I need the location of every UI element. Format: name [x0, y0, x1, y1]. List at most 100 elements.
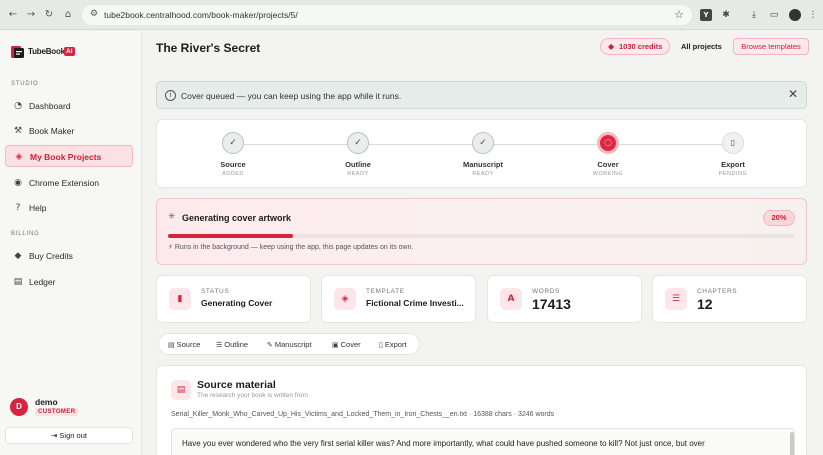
tab-label: Outline	[224, 340, 249, 349]
generation-title: Generating cover artwork	[182, 213, 292, 223]
step-name: Manuscript	[462, 160, 503, 169]
sidebar-item-label: Book Maker	[29, 126, 75, 136]
stat-value: 17413	[532, 296, 571, 312]
generation-status-card: ✳ Generating cover artwork 20% ⚡ Runs in…	[156, 198, 807, 265]
stat-label: CHAPTERS	[697, 288, 738, 295]
stat-value: Fictional Crime Investi...	[366, 298, 464, 308]
step-status: WORKING	[592, 171, 624, 177]
spinner-icon: ✳	[168, 212, 176, 222]
bookmark-star-icon[interactable]: ☆	[674, 8, 684, 21]
progress-percent-badge: 20%	[763, 210, 795, 226]
source-text: Have you ever wondered who the very firs…	[182, 439, 705, 448]
sidebar-item-help[interactable]: ? Help	[5, 197, 133, 219]
browse-templates-button[interactable]: Browse templates	[733, 38, 809, 55]
tab-export[interactable]: ▯ Export	[379, 340, 407, 349]
sidebar: TubeBook AI STUDIO ◔ Dashboard ⚒ Book Ma…	[0, 31, 142, 455]
check-icon: ✓	[472, 132, 494, 154]
check-icon: ✓	[347, 132, 369, 154]
forward-icon[interactable]: →	[25, 9, 37, 21]
step-name: Export	[721, 160, 745, 169]
section-label-studio: STUDIO	[11, 81, 39, 87]
step-status: ADDED	[222, 171, 244, 177]
tab-manuscript[interactable]: ✎ Manuscript	[267, 340, 312, 349]
speedometer-icon: ◔	[14, 101, 22, 111]
pen-icon: ✎	[267, 341, 273, 349]
page-title: The River's Secret	[156, 41, 261, 55]
puzzle-icon[interactable]: ✱	[720, 9, 732, 21]
tab-label: Manuscript	[274, 340, 312, 349]
step-name: Cover	[597, 160, 619, 169]
sidebar-item-book-maker[interactable]: ⚒ Book Maker	[5, 120, 133, 142]
sidebar-item-chrome-extension[interactable]: ◉ Chrome Extension	[5, 172, 133, 194]
file-icon: ▯	[722, 132, 744, 154]
sidebar-item-label: Help	[29, 203, 47, 213]
stat-label: WORDS	[532, 288, 560, 295]
source-material-card: ▤ Source material The research your book…	[156, 365, 807, 455]
main-content: The River's Secret ◆ 1030 credits All pr…	[143, 31, 823, 455]
stat-card-chapters: ☰ CHAPTERS 12	[652, 275, 807, 323]
profile-avatar-icon[interactable]	[789, 9, 801, 21]
info-icon: i	[165, 90, 176, 101]
sidebar-item-label: Ledger	[29, 277, 56, 287]
site-info-icon[interactable]: ⚙	[90, 9, 98, 19]
scrollbar[interactable]	[790, 432, 794, 455]
section-tabs: ▤ Source ☰ Outline ✎ Manuscript ▣ Cover ▯ Exp…	[158, 333, 420, 355]
list-icon: ☰	[216, 341, 223, 349]
signal-icon: ▮	[169, 288, 191, 310]
logo-ai-badge: AI	[64, 47, 75, 56]
progress-bar	[168, 234, 795, 238]
generation-note: ⚡ Runs in the background — keep using th…	[168, 243, 413, 251]
avatar[interactable]: D	[10, 398, 28, 416]
step-status: PENDING	[718, 171, 748, 177]
logo-book-icon	[11, 46, 24, 58]
spinner-icon: ◌	[597, 132, 619, 154]
address-bar[interactable]: ⚙ tube2book.centralhood.com/book-maker/p…	[82, 5, 692, 25]
credits-badge[interactable]: ◆ 1030 credits	[600, 38, 670, 55]
reload-icon[interactable]: ↻	[43, 9, 55, 21]
menu-icon[interactable]: ⋮	[807, 9, 819, 21]
tab-outline[interactable]: ☰ Outline	[216, 340, 248, 349]
file-icon: ▤	[171, 380, 191, 400]
tab-label: Export	[384, 340, 407, 349]
back-icon[interactable]: ←	[7, 9, 19, 21]
tab-cover[interactable]: ▣ Cover	[332, 340, 361, 349]
section-label-billing: BILLING	[11, 231, 40, 237]
letter-a-icon: A	[500, 288, 522, 310]
progress-bar-fill	[168, 234, 294, 238]
stat-card-status: ▮ STATUS Generating Cover	[156, 275, 311, 323]
tab-label: Source	[176, 340, 201, 349]
logo[interactable]: TubeBook AI	[10, 44, 80, 62]
step-name: Outline	[345, 160, 371, 169]
sidebar-item-ledger[interactable]: ▤ Ledger	[5, 271, 133, 293]
stat-label: TEMPLATE	[366, 288, 405, 295]
window-icon[interactable]: ▭	[768, 9, 780, 21]
sidebar-item-label: Dashboard	[29, 101, 71, 111]
wand-icon: ⚒	[13, 126, 23, 136]
extension-icon[interactable]: Y	[700, 9, 712, 21]
sidebar-item-label: Buy Credits	[29, 251, 73, 261]
file-icon: ▤	[168, 341, 175, 349]
sidebar-item-dashboard[interactable]: ◔ Dashboard	[5, 95, 133, 117]
generation-note-text: Runs in the background — keep using the …	[174, 244, 414, 251]
home-icon[interactable]: ⌂	[62, 9, 74, 21]
toast-message: Cover queued — you can keep using the ap…	[181, 91, 402, 101]
source-text-area[interactable]: Have you ever wondered who the very firs…	[171, 428, 795, 455]
browser-toolbar: ← → ↻ ⌂ ⚙ tube2book.centralhood.com/book…	[0, 0, 823, 30]
help-icon: ?	[15, 203, 21, 213]
sign-out-label: Sign out	[59, 431, 87, 440]
toast-notification: i Cover queued — you can keep using the …	[156, 81, 807, 109]
tab-source[interactable]: ▤ Source	[168, 340, 200, 349]
chrome-icon: ◉	[14, 178, 22, 188]
gem-icon: ◆	[608, 42, 615, 51]
sidebar-item-label: Chrome Extension	[29, 178, 99, 188]
sidebar-item-buy-credits[interactable]: ◆ Buy Credits	[5, 245, 133, 267]
sign-out-button[interactable]: ⇥ Sign out	[5, 427, 133, 444]
all-projects-link[interactable]: All projects	[681, 42, 722, 51]
download-icon[interactable]: ⤓	[748, 9, 760, 21]
stat-card-template: ◈ TEMPLATE Fictional Crime Investi...	[321, 275, 476, 323]
stat-value: Generating Cover	[201, 298, 273, 308]
logo-text: TubeBook	[28, 47, 65, 56]
layers-icon: ◈	[15, 152, 23, 162]
close-icon[interactable]: ✕	[788, 87, 798, 101]
sidebar-item-my-book-projects[interactable]: ◈ My Book Projects	[5, 145, 133, 167]
